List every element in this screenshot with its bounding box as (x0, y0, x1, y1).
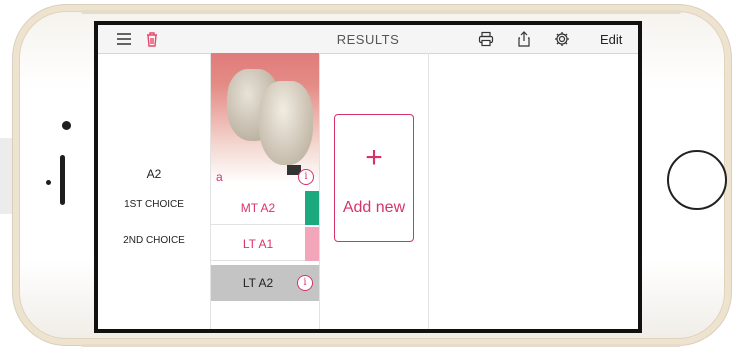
gear-icon[interactable] (554, 31, 570, 47)
phone-edge-top (81, 10, 681, 14)
column-divider (428, 53, 429, 329)
info-icon[interactable]: i (298, 169, 314, 185)
first-choice-label: 1ST CHOICE (124, 199, 184, 210)
home-button[interactable] (667, 150, 727, 210)
third-choice-shade: LT A2 (242, 276, 274, 290)
screen: RESULTS Edit A2 a i 1ST CHOICE 2ND CHOIC… (94, 21, 642, 333)
column-divider (319, 53, 320, 329)
share-icon[interactable] (516, 31, 532, 47)
edit-button[interactable]: Edit (600, 32, 622, 47)
second-choice-label: 2ND CHOICE (123, 235, 185, 246)
earpiece-speaker (60, 155, 65, 205)
info-icon[interactable]: i (297, 275, 313, 291)
plus-icon: + (365, 141, 383, 174)
app-view: RESULTS Edit A2 a i 1ST CHOICE 2ND CHOIC… (98, 25, 638, 329)
reference-shade-label: A2 (146, 167, 162, 181)
phone-edge-bottom (81, 344, 681, 347)
toolbar: RESULTS Edit (98, 25, 638, 54)
proximity-sensor (46, 180, 51, 185)
photo-label: a (216, 170, 223, 184)
third-choice-row[interactable]: LT A2 i (211, 265, 319, 301)
tooth-image-front (259, 81, 313, 165)
first-choice-swatch (305, 191, 319, 225)
second-choice-shade[interactable]: LT A1 (211, 227, 305, 261)
add-new-button[interactable]: + Add new (334, 114, 414, 242)
add-new-label: Add new (342, 199, 406, 216)
second-choice-swatch (305, 227, 319, 261)
front-camera (62, 121, 71, 130)
first-choice-shade[interactable]: MT A2 (211, 191, 305, 225)
print-icon[interactable] (478, 31, 494, 47)
tooth-photo[interactable] (211, 53, 319, 183)
